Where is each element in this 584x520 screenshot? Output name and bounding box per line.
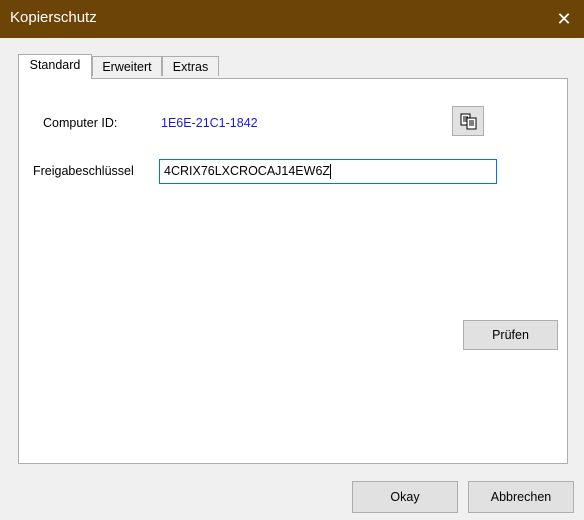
ok-button[interactable]: Okay [352,481,458,513]
key-label: Freigabeschlüssel [33,164,134,178]
computer-id-label: Computer ID: [43,116,118,130]
dialog-window: Kopierschutz ✕ Standard Erweitert Extras… [0,0,584,520]
tab-panel-standard [18,78,568,464]
copy-button[interactable] [452,106,484,136]
computer-id-value: 1E6E-21C1-1842 [161,116,258,130]
tab-standard[interactable]: Standard [18,54,92,79]
title-bar: Kopierschutz ✕ [0,0,584,38]
close-button[interactable]: ✕ [544,0,584,38]
cancel-button[interactable]: Abbrechen [468,481,574,513]
tab-erweitert[interactable]: Erweitert [92,56,162,76]
tab-extras[interactable]: Extras [162,56,219,76]
copy-icon [460,113,477,130]
window-title: Kopierschutz [10,9,97,26]
key-input[interactable]: 4CRIX76LXCROCAJ14EW6Z [159,159,497,184]
text-caret [330,164,332,180]
key-input-value: 4CRIX76LXCROCAJ14EW6Z [164,164,331,178]
check-button[interactable]: Prüfen [463,320,558,350]
